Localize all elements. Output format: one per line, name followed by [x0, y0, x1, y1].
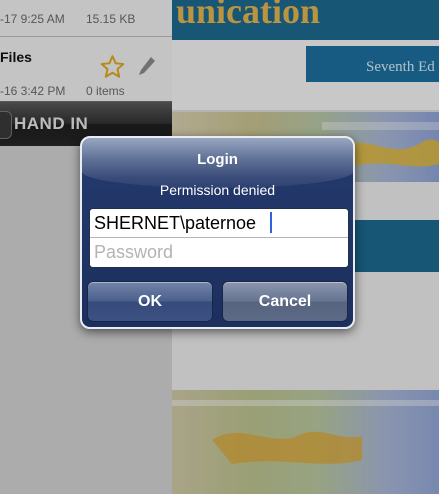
username-field[interactable]	[90, 209, 348, 238]
text-caret	[270, 212, 272, 233]
login-dialog: Login Permission denied OK Cancel	[80, 136, 355, 329]
cancel-button[interactable]: Cancel	[222, 281, 348, 322]
ok-button[interactable]: OK	[87, 281, 213, 322]
dialog-message: Permission denied	[159, 182, 276, 198]
password-field[interactable]	[90, 238, 348, 267]
dialog-title: Login	[197, 151, 238, 168]
credential-fields	[89, 208, 349, 268]
